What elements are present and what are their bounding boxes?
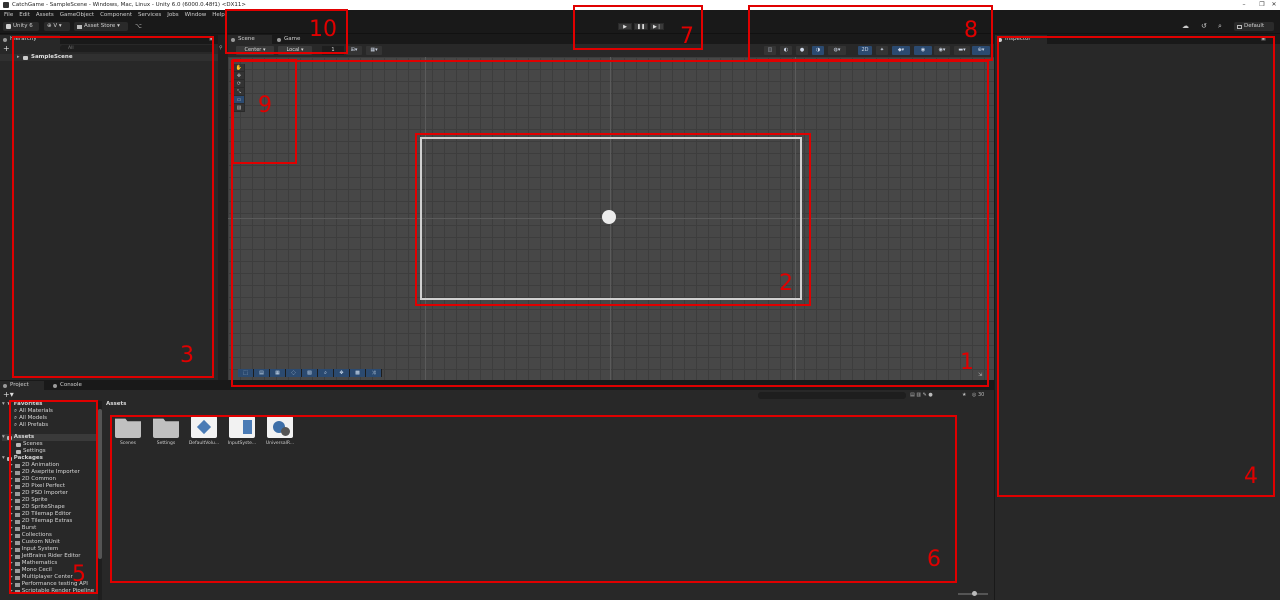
menu-gameobject[interactable]: GameObject [60, 12, 94, 18]
tab-console-label: Console [60, 382, 82, 388]
menu-file[interactable]: File [4, 12, 13, 18]
annotation-number-8: 8 [964, 18, 978, 43]
annotation-number-10: 10 [309, 17, 337, 42]
annotation-box-3 [12, 36, 214, 378]
icon-size-slider-thumb[interactable] [972, 591, 977, 596]
annotation-number-4: 4 [1244, 464, 1258, 489]
cloud-icon[interactable]: ☁ [1182, 22, 1189, 30]
unity-app-icon [3, 2, 9, 8]
annotation-number-9: 9 [258, 93, 272, 118]
menu-window[interactable]: Window [185, 12, 207, 18]
tree-scrollbar[interactable] [98, 401, 102, 600]
vertical-splitter[interactable]: ⚲ [218, 35, 228, 380]
annotation-number-1: 1 [960, 350, 974, 375]
annotation-number-2: 2 [779, 271, 793, 296]
layout-label: Default [1244, 23, 1265, 29]
unity-logo-icon [6, 24, 11, 29]
hidden-count: ◎ 30 [972, 392, 985, 398]
add-button[interactable]: + [3, 45, 10, 53]
tab-project-label: Project [10, 382, 29, 388]
menu-edit[interactable]: Edit [19, 12, 30, 18]
project-breadcrumb[interactable]: Assets [104, 401, 994, 409]
grid-snap-dropdown[interactable]: ⊞▾ [346, 46, 362, 55]
favorite-star-icon[interactable]: ★ [962, 392, 966, 398]
annotation-number-5: 5 [72, 562, 86, 587]
version-control-icon[interactable]: ⌥ [135, 23, 142, 30]
console-tab-icon [53, 383, 57, 388]
icon-size-slider[interactable] [958, 591, 988, 596]
unity-version-button[interactable]: Unity 6 [3, 22, 39, 31]
annotation-number-6: 6 [927, 547, 941, 572]
layout-icon [1237, 24, 1242, 29]
asset-store-label: Asset Store ▾ [84, 23, 120, 29]
hidden-count-value: 30 [977, 392, 985, 398]
annotation-box-2 [415, 133, 811, 306]
increment-snap-dropdown[interactable]: ▦▾ [366, 46, 382, 55]
asset-store-icon [77, 24, 82, 29]
layout-dropdown[interactable]: Default [1234, 22, 1274, 31]
minimize-button[interactable]: – [1235, 0, 1253, 10]
project-search-input[interactable] [758, 392, 906, 399]
menu-services[interactable]: Services [138, 12, 161, 18]
history-icon[interactable]: ↺ [1201, 22, 1207, 30]
close-button[interactable]: ✕ [1265, 0, 1280, 10]
tree-scrollbar-thumb[interactable] [98, 409, 102, 559]
account-button[interactable]: ⊕ V ▾ [44, 22, 70, 31]
tab-console[interactable]: Console [50, 381, 94, 390]
menu-help[interactable]: Help [212, 12, 225, 18]
annotation-box-4 [997, 36, 1275, 497]
annotation-number-3: 3 [180, 343, 194, 368]
search-icon[interactable]: ⌕ [1218, 22, 1222, 31]
project-add-button[interactable]: +▾ [3, 391, 14, 399]
list-icon [3, 37, 7, 42]
folder-tab-icon [3, 383, 7, 388]
unity-version-label: Unity 6 [13, 23, 33, 29]
project-filter-icons[interactable]: ▤ ▥ ✎ ● [910, 392, 933, 398]
annotation-box-8 [748, 5, 993, 61]
annotation-number-7: 7 [680, 24, 694, 49]
tools-toggle-icon[interactable]: ⚲ [219, 45, 223, 51]
menu-assets[interactable]: Assets [36, 12, 54, 18]
annotation-box-6 [110, 415, 957, 583]
window-title: CatchGame - SampleScene - Windows, Mac, … [12, 2, 246, 8]
menu-component[interactable]: Component [100, 12, 132, 18]
asset-store-button[interactable]: Asset Store ▾ [74, 22, 128, 31]
tab-project[interactable]: Project [0, 381, 44, 390]
menu-jobs[interactable]: Jobs [167, 12, 178, 18]
